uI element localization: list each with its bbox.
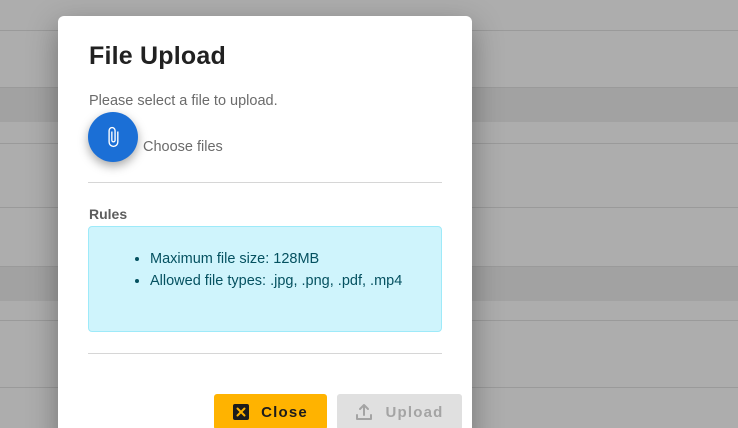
rule-item: Allowed file types: .jpg, .png, .pdf, .m…: [150, 270, 402, 292]
choose-files-button[interactable]: [88, 112, 138, 162]
paperclip-icon: [108, 126, 119, 148]
upload-prompt: Please select a file to upload.: [89, 93, 278, 109]
upload-icon: [356, 404, 373, 420]
rules-heading: Rules: [89, 206, 128, 222]
file-upload-dialog: File Upload Please select a file to uplo…: [58, 16, 472, 428]
upload-button[interactable]: Upload: [337, 394, 462, 428]
close-box-icon: [233, 404, 250, 420]
rules-list: Maximum file size: 128MB Allowed file ty…: [150, 248, 402, 292]
rules-alert: Maximum file size: 128MB Allowed file ty…: [88, 226, 442, 332]
close-button-label: Close: [261, 403, 308, 421]
divider: [88, 182, 442, 183]
divider: [88, 353, 442, 354]
rule-item: Maximum file size: 128MB: [150, 248, 402, 270]
close-button[interactable]: Close: [214, 394, 327, 428]
choose-files-label[interactable]: Choose files: [143, 139, 223, 155]
dialog-title: File Upload: [89, 42, 226, 70]
upload-button-label: Upload: [385, 403, 444, 421]
